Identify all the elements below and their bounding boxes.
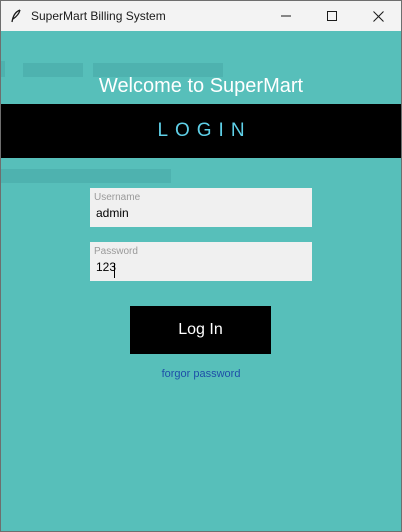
username-label: Username [94,192,141,203]
username-field[interactable]: Username [90,188,312,227]
password-input[interactable] [96,260,296,274]
window-title: SuperMart Billing System [31,9,166,23]
password-label: Password [94,246,138,257]
welcome-heading: Welcome to SuperMart [98,75,304,97]
feather-icon [1,1,31,31]
text-caret [114,263,115,278]
login-banner: LOGIN [1,104,401,158]
close-icon [372,10,384,22]
close-button[interactable] [355,1,401,31]
app-window: SuperMart Billing System Welcome to Supe… [0,0,402,532]
minimize-icon [281,15,291,17]
maximize-icon [327,11,337,21]
title-bar: SuperMart Billing System [1,1,401,31]
password-field[interactable]: Password [90,242,312,281]
forgot-password-link[interactable]: forgor password [1,368,401,380]
username-input[interactable] [96,206,296,220]
window-controls [263,1,401,31]
ghost-artifact [1,169,171,183]
login-button[interactable]: Log In [130,306,271,354]
login-banner-label: LOGIN [157,120,252,141]
minimize-button[interactable] [263,1,309,31]
maximize-button[interactable] [309,1,355,31]
